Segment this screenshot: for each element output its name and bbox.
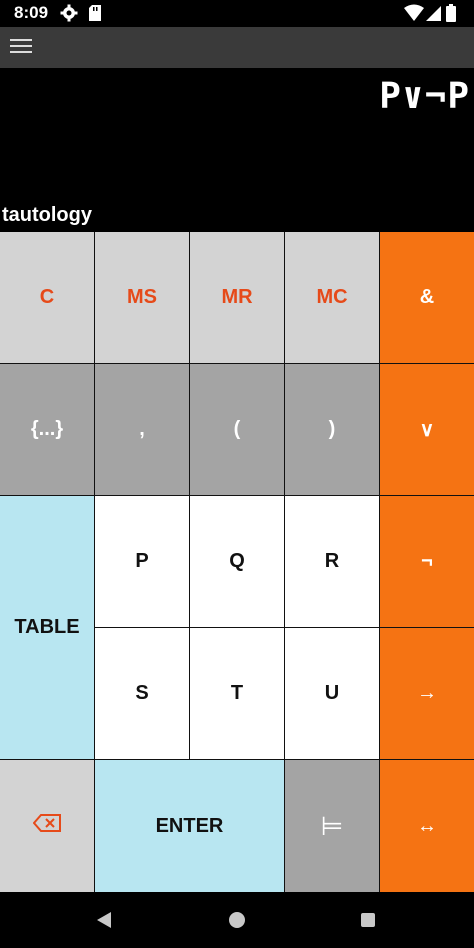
- right-paren-button[interactable]: ): [285, 364, 379, 495]
- variable-u-button[interactable]: U: [285, 628, 379, 759]
- keypad: C MS MR MC & {...} , ( ) ∨ TABLE P Q R ¬…: [0, 232, 474, 892]
- expression-display: P∨¬P: [379, 76, 470, 117]
- back-icon[interactable]: [96, 911, 112, 934]
- wifi-icon: [404, 4, 424, 27]
- comma-button[interactable]: ,: [95, 364, 189, 495]
- variable-s-button[interactable]: S: [95, 628, 189, 759]
- not-operator-button[interactable]: ¬: [380, 496, 474, 627]
- sd-card-icon: [88, 4, 102, 27]
- memory-store-button[interactable]: MS: [95, 232, 189, 363]
- clear-button[interactable]: C: [0, 232, 94, 363]
- battery-icon: [446, 4, 456, 27]
- home-icon[interactable]: [229, 912, 245, 928]
- memory-recall-button[interactable]: MR: [190, 232, 284, 363]
- variable-p-button[interactable]: P: [95, 496, 189, 627]
- result-label: tautology: [2, 204, 92, 226]
- hamburger-menu-icon[interactable]: [8, 35, 34, 59]
- status-bar: 8:09: [0, 0, 474, 27]
- gear-icon: [60, 4, 78, 27]
- left-paren-button[interactable]: (: [190, 364, 284, 495]
- status-time: 8:09: [14, 3, 49, 22]
- memory-clear-button[interactable]: MC: [285, 232, 379, 363]
- iff-operator-button[interactable]: ↔: [380, 760, 474, 892]
- variable-t-button[interactable]: T: [190, 628, 284, 759]
- recents-icon[interactable]: [361, 913, 375, 927]
- table-button[interactable]: TABLE: [0, 496, 94, 759]
- backspace-icon: [32, 814, 61, 838]
- or-operator-button[interactable]: ∨: [380, 364, 474, 495]
- app-bar: [0, 27, 474, 68]
- entails-button[interactable]: ⊨: [285, 760, 379, 892]
- set-braces-button[interactable]: {...}: [0, 364, 94, 495]
- backspace-button[interactable]: [0, 760, 94, 892]
- and-operator-button[interactable]: &: [380, 232, 474, 363]
- signal-icon: [426, 4, 442, 27]
- implies-operator-button[interactable]: →: [380, 628, 474, 759]
- variable-q-button[interactable]: Q: [190, 496, 284, 627]
- variable-r-button[interactable]: R: [285, 496, 379, 627]
- calculator-display: P∨¬P tautology: [0, 68, 474, 232]
- enter-button[interactable]: ENTER: [95, 760, 284, 892]
